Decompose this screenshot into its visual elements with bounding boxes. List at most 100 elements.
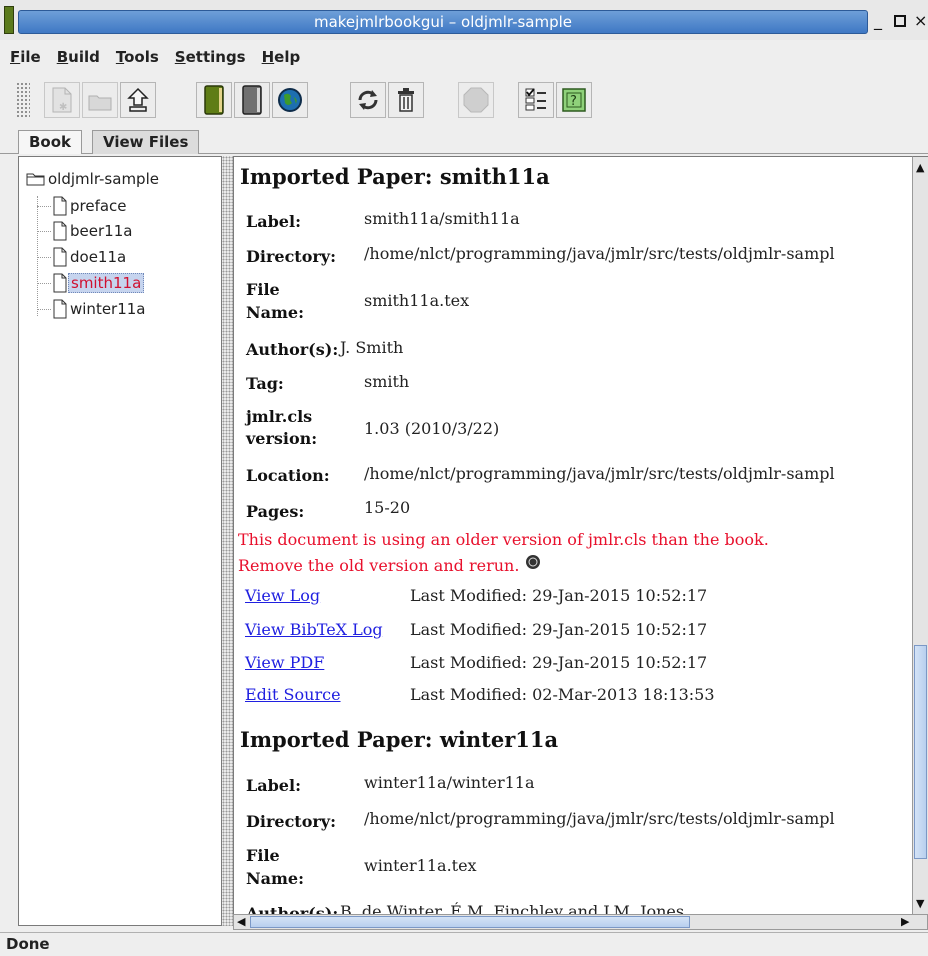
version-field-label-line2: version: xyxy=(246,429,318,448)
book-tree[interactable] xyxy=(18,156,222,926)
split-pane-divider[interactable] xyxy=(222,156,233,926)
info-icon[interactable] xyxy=(525,554,541,570)
location-field-label: Location: xyxy=(246,466,330,485)
tree-item-label: winter11a xyxy=(70,300,146,318)
build-book-button[interactable] xyxy=(196,82,232,118)
delete-button[interactable] xyxy=(388,82,424,118)
tree-connector xyxy=(37,283,51,284)
tree-item-label: beer11a xyxy=(70,222,133,240)
stop-icon xyxy=(463,87,489,113)
tree-item-winter11a[interactable]: winter11a xyxy=(52,299,148,319)
version-warning-line1: This document is using an older version … xyxy=(238,530,769,549)
green-book-icon xyxy=(204,85,224,115)
tab-strip: Book View Files xyxy=(0,130,928,154)
folder-icon xyxy=(26,173,45,186)
tree-connector xyxy=(37,257,51,258)
tree-connector xyxy=(37,309,51,310)
tree-item-doe11a[interactable]: doe11a xyxy=(52,247,128,267)
upload-button[interactable] xyxy=(120,82,156,118)
svg-text:✱: ✱ xyxy=(59,102,67,113)
log-last-modified: Last Modified: 29-Jan-2015 10:52:17 xyxy=(410,586,708,605)
checklist-icon xyxy=(525,88,546,111)
refresh-icon xyxy=(358,90,378,110)
scroll-left-icon[interactable]: ◀ xyxy=(237,915,245,929)
document-icon xyxy=(53,221,67,241)
vertical-scroll-thumb[interactable] xyxy=(914,645,927,859)
new-document-icon: ✱ xyxy=(52,87,72,113)
menu-file[interactable]: File xyxy=(4,44,47,70)
tag-value: smith xyxy=(364,372,410,391)
help-button[interactable]: ? xyxy=(556,82,592,118)
view-pdf-link[interactable]: View PDF xyxy=(245,653,324,672)
horizontal-scroll-thumb[interactable] xyxy=(250,916,690,928)
version-warning-text: Remove the old version and rerun. xyxy=(238,556,520,575)
label-field-label: Label: xyxy=(246,776,301,795)
version-warning-line2: Remove the old version and rerun. xyxy=(238,554,541,575)
checklist-button[interactable] xyxy=(518,82,554,118)
scroll-right-icon[interactable]: ▶ xyxy=(901,915,909,929)
menu-bar: File Build Tools Settings Help xyxy=(0,44,928,70)
location-value: /home/nlct/programming/java/jmlr/src/tes… xyxy=(364,464,835,483)
tree-item-beer11a[interactable]: beer11a xyxy=(52,221,134,241)
menu-tools[interactable]: Tools xyxy=(110,44,165,70)
refresh-button[interactable] xyxy=(350,82,386,118)
new-document-button[interactable]: ✱ xyxy=(44,82,80,118)
directory-value: /home/nlct/programming/java/jmlr/src/tes… xyxy=(364,809,835,828)
filename-field-label-line2: Name: xyxy=(246,303,305,322)
grey-book-icon xyxy=(242,85,262,115)
app-icon[interactable] xyxy=(4,6,14,34)
menu-build[interactable]: Build xyxy=(51,44,106,70)
pages-field-label: Pages: xyxy=(246,502,305,521)
authors-field-label: Author(s): xyxy=(246,904,339,914)
edit-source-link[interactable]: Edit Source xyxy=(245,685,341,704)
minimize-icon[interactable]: _ xyxy=(874,12,882,30)
scroll-up-icon[interactable]: ▲ xyxy=(916,161,924,175)
version-field-label-line1: jmlr.cls xyxy=(246,407,313,426)
open-folder-button[interactable] xyxy=(82,82,118,118)
pages-value: 15-20 xyxy=(364,498,411,517)
paper-details-view: Imported Paper: smith11a Label: smith11a… xyxy=(233,156,912,914)
directory-field-label: Directory: xyxy=(246,247,336,266)
tree-item-label: smith11a xyxy=(68,273,145,293)
scroll-down-icon[interactable]: ▼ xyxy=(916,897,924,911)
tree-item-label: preface xyxy=(70,197,127,215)
tree-item-preface[interactable]: preface xyxy=(52,196,129,216)
authors-value: J. Smith xyxy=(340,338,404,357)
label-value: smith11a/smith11a xyxy=(364,209,520,228)
paper-heading: Imported Paper: smith11a xyxy=(240,164,550,189)
help-icon: ? xyxy=(562,88,586,112)
directory-value: /home/nlct/programming/java/jmlr/src/tes… xyxy=(364,244,835,263)
browser-button[interactable] xyxy=(272,82,308,118)
horizontal-scrollbar[interactable]: ◀ ▶ xyxy=(233,914,928,930)
globe-icon xyxy=(278,88,302,112)
source-last-modified: Last Modified: 02-Mar-2013 18:13:53 xyxy=(410,685,715,704)
filename-field-label-line1: File xyxy=(246,280,280,299)
maximize-icon[interactable] xyxy=(894,13,906,31)
tab-view-files[interactable]: View Files xyxy=(92,130,200,154)
filename-value: winter11a.tex xyxy=(364,856,477,875)
tree-connector xyxy=(37,196,38,316)
upload-icon xyxy=(127,87,149,112)
tree-root[interactable]: oldjmlr-sample xyxy=(26,170,161,188)
stop-button[interactable] xyxy=(458,82,494,118)
authors-value: B. de Winter, É.M. Finchley and J.M. Jon… xyxy=(340,902,685,914)
paper-heading: Imported Paper: winter11a xyxy=(240,727,559,752)
menu-settings[interactable]: Settings xyxy=(169,44,252,70)
menu-help[interactable]: Help xyxy=(256,44,307,70)
toolbar: ✱ ? xyxy=(0,78,928,120)
vertical-scrollbar[interactable]: ▲ ▼ xyxy=(912,156,928,914)
filename-value: smith11a.tex xyxy=(364,291,470,310)
label-value: winter11a/winter11a xyxy=(364,773,535,792)
book-grey-button[interactable] xyxy=(234,82,270,118)
tab-book[interactable]: Book xyxy=(18,130,83,154)
close-icon[interactable]: × xyxy=(914,12,927,30)
tree-item-label: doe11a xyxy=(70,248,127,266)
tag-field-label: Tag: xyxy=(246,374,284,393)
view-log-link[interactable]: View Log xyxy=(245,586,320,605)
pdf-last-modified: Last Modified: 29-Jan-2015 10:52:17 xyxy=(410,653,708,672)
tree-item-smith11a[interactable]: smith11a xyxy=(52,273,145,293)
title-bar: makejmlrbookgui – oldjmlr-sample _ × xyxy=(0,0,928,40)
view-bibtex-log-link[interactable]: View BibTeX Log xyxy=(245,620,383,639)
tree-connector xyxy=(37,231,51,232)
toolbar-grip[interactable] xyxy=(16,82,30,118)
